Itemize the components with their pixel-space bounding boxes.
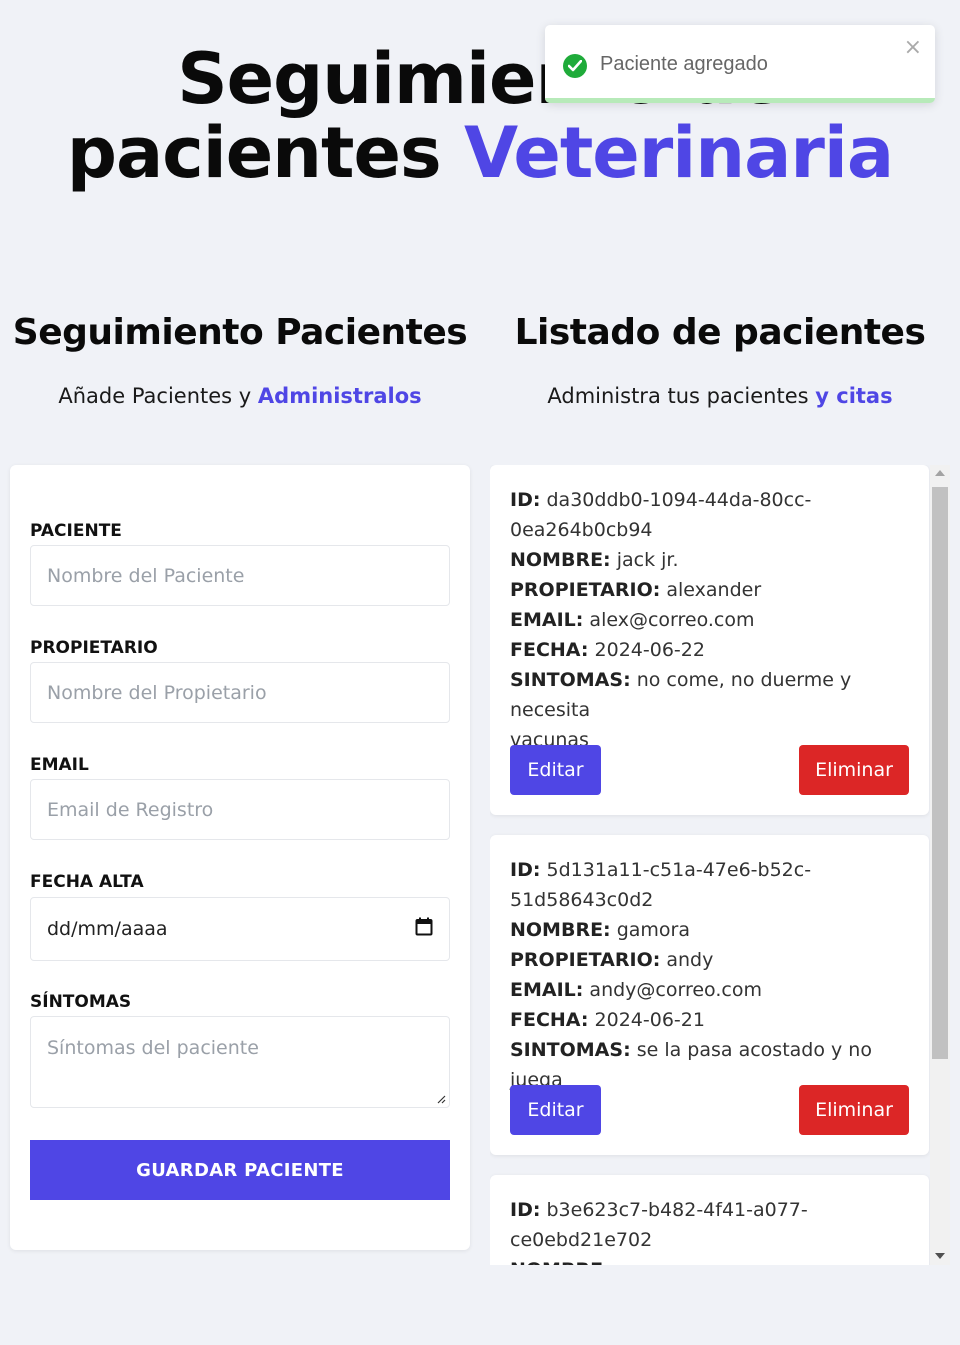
sintomas-textarea[interactable]: Síntomas del paciente bbox=[30, 1016, 450, 1108]
patient-id-cont: ce0ebd21e702 bbox=[510, 1229, 653, 1251]
sintomas-label: SÍNTOMAS bbox=[30, 992, 132, 1012]
form-section-subtitle: Añade Pacientes y Administralos bbox=[10, 384, 470, 408]
patient-sintomas: SINTOMAS: no come, no duerme y necesita bbox=[510, 669, 852, 721]
list-subtitle-text: Administra tus pacientes bbox=[547, 384, 809, 408]
patient-nombre: NOMBRE: jack jr. bbox=[510, 549, 679, 571]
patient-list[interactable]: ID: da30ddb0-1094-44da-80cc- 0ea264b0cb9… bbox=[490, 465, 950, 1265]
check-circle-icon bbox=[563, 54, 587, 78]
close-icon[interactable]: × bbox=[904, 35, 922, 60]
fecha-input[interactable]: dd/mm/aaaa bbox=[30, 897, 450, 961]
patient-id-cont: 51d58643c0d2 bbox=[510, 889, 654, 911]
patient-id: ID: b3e623c7-b482-4f41-a077- bbox=[510, 1199, 808, 1221]
patient-card: ID: b3e623c7-b482-4f41-a077- ce0ebd21e70… bbox=[490, 1175, 929, 1265]
patient-form: PACIENTE Nombre del Paciente PROPIETARIO… bbox=[10, 465, 470, 1250]
patient-fecha: FECHA: 2024-06-22 bbox=[510, 639, 705, 661]
scroll-up-arrow-icon[interactable] bbox=[935, 470, 945, 476]
toast-message: Paciente agregado bbox=[600, 53, 768, 75]
patient-propietario: PROPIETARIO: andy bbox=[510, 949, 714, 971]
form-subtitle-accent: Administralos bbox=[257, 384, 422, 408]
toast-progress-bar bbox=[545, 98, 935, 103]
scroll-down-arrow-icon[interactable] bbox=[935, 1253, 945, 1259]
fecha-value: dd/mm/aaaa bbox=[47, 918, 168, 940]
patient-email: EMAIL: alex@correo.com bbox=[510, 609, 755, 631]
propietario-label: PROPIETARIO bbox=[30, 638, 158, 658]
edit-button[interactable]: Editar bbox=[510, 1085, 601, 1135]
fecha-label: FECHA ALTA bbox=[30, 872, 144, 892]
patient-email: EMAIL: andy@correo.com bbox=[510, 979, 762, 1001]
patient-fecha: FECHA: 2024-06-21 bbox=[510, 1009, 705, 1031]
email-input[interactable]: Email de Registro bbox=[30, 779, 450, 840]
patient-nombre: NOMBRE: bbox=[510, 1255, 909, 1265]
delete-button[interactable]: Eliminar bbox=[799, 745, 909, 795]
paciente-label: PACIENTE bbox=[30, 521, 122, 541]
list-scrollbar[interactable] bbox=[930, 465, 950, 1265]
title-line-2: pacientes bbox=[66, 112, 442, 194]
patient-card: ID: 5d131a11-c51a-47e6-b52c- 51d58643c0d… bbox=[490, 835, 929, 1155]
patient-id: ID: 5d131a11-c51a-47e6-b52c- bbox=[510, 859, 812, 881]
form-subtitle-text: Añade Pacientes y bbox=[58, 384, 252, 408]
patient-id-cont: 0ea264b0cb94 bbox=[510, 519, 653, 541]
paciente-input[interactable]: Nombre del Paciente bbox=[30, 545, 450, 606]
propietario-input[interactable]: Nombre del Propietario bbox=[30, 662, 450, 723]
delete-button[interactable]: Eliminar bbox=[799, 1085, 909, 1135]
save-patient-button[interactable]: GUARDAR PACIENTE bbox=[30, 1140, 450, 1200]
email-label: EMAIL bbox=[30, 755, 89, 775]
patient-nombre: NOMBRE: gamora bbox=[510, 919, 690, 941]
scrollbar-thumb[interactable] bbox=[932, 487, 948, 1059]
list-subtitle-accent: y citas bbox=[815, 384, 893, 408]
edit-button[interactable]: Editar bbox=[510, 745, 601, 795]
form-section-title: Seguimiento Pacientes bbox=[12, 312, 468, 353]
resize-handle-icon[interactable] bbox=[436, 1094, 446, 1104]
toast-notification: Paciente agregado × bbox=[545, 25, 935, 103]
list-section-title: Listado de pacientes bbox=[514, 312, 926, 353]
patient-id: ID: da30ddb0-1094-44da-80cc- bbox=[510, 489, 812, 511]
patient-card: ID: da30ddb0-1094-44da-80cc- 0ea264b0cb9… bbox=[490, 465, 929, 815]
title-accent: Veterinaria bbox=[464, 112, 894, 194]
list-section-subtitle: Administra tus pacientes y citas bbox=[490, 384, 950, 408]
patient-propietario: PROPIETARIO: alexander bbox=[510, 579, 762, 601]
sintomas-placeholder: Síntomas del paciente bbox=[47, 1037, 259, 1059]
calendar-icon[interactable] bbox=[415, 917, 433, 941]
